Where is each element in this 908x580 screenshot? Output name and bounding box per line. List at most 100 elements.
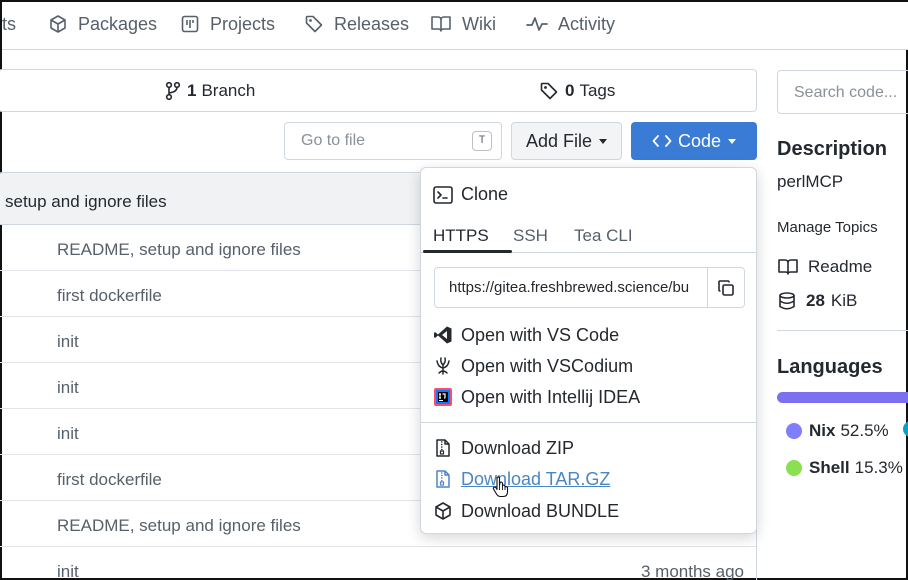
tab-wiki[interactable]: Wiki — [430, 12, 496, 36]
code-icon — [652, 133, 672, 149]
package-icon — [433, 501, 461, 521]
active-tab-indicator — [423, 250, 512, 253]
tab-packages-label: Packages — [78, 13, 158, 34]
code-label: Code — [677, 130, 722, 151]
go-to-file-input[interactable]: Go to file T — [284, 122, 502, 160]
database-icon — [777, 291, 806, 311]
tag-icon — [539, 81, 559, 101]
pulse-icon — [526, 14, 558, 34]
tag-count: 0 — [565, 81, 575, 100]
download-bundle[interactable]: Download BUNDLE — [433, 499, 619, 523]
commit-message[interactable]: README, setup and ignore files — [57, 240, 301, 260]
tab-releases-label: Releases — [334, 13, 410, 34]
commit-message[interactable]: first dockerfile — [57, 470, 162, 490]
table-row: init 3 months ago — [0, 547, 756, 580]
copy-icon — [716, 278, 736, 298]
terminal-icon — [433, 185, 461, 204]
language-color-dot — [786, 423, 802, 439]
clone-url-field — [434, 267, 745, 308]
book-icon — [777, 257, 808, 277]
tab-ssh[interactable]: SSH — [513, 226, 548, 246]
intellij-icon — [433, 387, 461, 407]
size-value: 28 — [806, 291, 825, 310]
dropdown-divider — [421, 422, 756, 423]
caret-down-icon — [728, 138, 737, 144]
shortcut-key-badge: T — [472, 131, 492, 151]
manage-topics-link[interactable]: Manage Topics — [777, 219, 878, 236]
commit-age: 3 months ago — [640, 562, 744, 580]
language-item-nix[interactable]: Nix 52.5% — [786, 421, 889, 441]
download-tar-gz[interactable]: Download TAR.GZ — [433, 467, 610, 491]
language-item-shell[interactable]: Shell 15.3% — [786, 458, 903, 478]
open-with-intellij[interactable]: Open with Intellij IDEA — [433, 385, 640, 409]
tag-label: Tags — [579, 81, 616, 100]
language-name: Shell — [809, 458, 850, 477]
tab-releases[interactable]: Releases — [304, 12, 409, 36]
download-zip[interactable]: Download ZIP — [433, 436, 574, 460]
branch-count: 1 — [187, 81, 197, 100]
vscode-icon — [433, 325, 461, 345]
commit-message[interactable]: init — [57, 332, 79, 352]
description-text: perlMCP — [777, 172, 844, 191]
commit-message[interactable]: init — [57, 424, 79, 444]
divider — [777, 330, 908, 331]
language-name: Nix — [809, 421, 836, 440]
language-color-dot — [786, 460, 802, 476]
open-with-vscode-label: Open with VS Code — [461, 324, 620, 345]
open-with-intellij-label: Open with Intellij IDEA — [461, 386, 641, 407]
tab-code-label: ts — [2, 13, 17, 34]
repo-tabs-nav: ts Packages Projects Releases Wiki Activ… — [2, 2, 908, 50]
download-bundle-label: Download BUNDLE — [461, 500, 620, 521]
tab-activity-label: Activity — [558, 13, 616, 34]
commit-message[interactable]: first dockerfile — [57, 286, 162, 306]
languages-title: Languages — [777, 356, 883, 378]
file-zip-icon — [433, 469, 461, 489]
go-to-file-placeholder: Go to file — [301, 132, 366, 149]
search-code-placeholder: Search code... — [794, 84, 898, 101]
commit-message[interactable]: README, setup and ignore files — [57, 516, 301, 536]
clone-tabs: HTTPS SSH Tea CLI — [421, 220, 756, 253]
commit-message[interactable]: init — [57, 562, 79, 580]
tab-packages[interactable]: Packages — [48, 12, 157, 36]
open-with-vscodium[interactable]: Open with VSCodium — [433, 354, 633, 378]
open-with-vscode[interactable]: Open with VS Code — [433, 323, 619, 347]
branches-link[interactable]: 1 Branch — [165, 81, 255, 101]
search-code-input[interactable]: Search code... — [777, 70, 908, 114]
tab-projects-label: Projects — [210, 13, 276, 34]
add-file-button[interactable]: Add File — [511, 122, 622, 160]
description-title: Description — [777, 138, 888, 160]
code-button[interactable]: Code — [631, 122, 757, 160]
commit-message[interactable]: init — [57, 378, 79, 398]
download-zip-label: Download ZIP — [461, 437, 575, 458]
tab-projects[interactable]: Projects — [180, 12, 275, 36]
tab-activity[interactable]: Activity — [526, 12, 615, 36]
tab-code[interactable]: ts — [2, 12, 16, 36]
size-unit: KiB — [830, 291, 858, 310]
tab-tea-cli[interactable]: Tea CLI — [574, 226, 633, 246]
hand-cursor-icon — [492, 476, 510, 498]
caret-down-icon — [599, 138, 608, 144]
tags-link[interactable]: 0 Tags — [539, 81, 615, 101]
clone-dropdown: Clone HTTPS SSH Tea CLI Open with VS Cod… — [420, 167, 757, 534]
language-color-dot — [903, 421, 908, 437]
clone-url-input[interactable] — [435, 268, 708, 307]
tag-icon — [304, 14, 334, 34]
copy-url-button[interactable] — [707, 268, 744, 307]
language-bar — [777, 392, 908, 403]
branch-tags-bar: 1 Branch 0 Tags — [0, 69, 757, 112]
git-branch-icon — [165, 81, 181, 101]
package-icon — [48, 14, 78, 34]
add-file-label: Add File — [525, 130, 593, 151]
book-icon — [430, 14, 462, 34]
download-tar-gz-label: Download TAR.GZ — [461, 468, 611, 489]
readme-link[interactable]: Readme — [777, 257, 872, 277]
open-with-vscodium-label: Open with VSCodium — [461, 355, 634, 376]
repo-size: 28 KiB — [777, 291, 857, 311]
clone-title: Clone — [461, 184, 509, 204]
latest-commit-message[interactable]: setup and ignore files — [5, 192, 167, 211]
clone-header: Clone — [433, 184, 508, 205]
tab-https[interactable]: HTTPS — [433, 226, 489, 246]
branch-label: Branch — [201, 81, 256, 100]
project-icon — [180, 14, 210, 34]
tab-wiki-label: Wiki — [462, 13, 496, 34]
